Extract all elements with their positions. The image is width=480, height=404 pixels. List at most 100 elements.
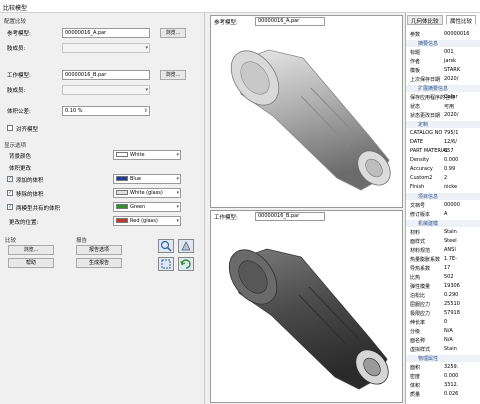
generate-report-button[interactable]: 生成报告: [76, 258, 122, 268]
both-checkbox[interactable]: ✓: [7, 204, 13, 210]
property-row[interactable]: 材料 Stain: [406, 229, 480, 236]
property-row[interactable]: 伸长率 0: [406, 319, 480, 326]
volume-tol-spinner[interactable]: 0.10 % ⇕: [62, 106, 150, 116]
view-icon[interactable]: [178, 239, 194, 253]
property-row[interactable]: 分级 N/A: [406, 328, 480, 335]
work-viewport-label: 工作模型:: [214, 215, 238, 221]
property-key: PART MATERIAL: [410, 148, 449, 154]
property-category[interactable]: 机械建模: [406, 220, 480, 227]
property-key: Accuracy: [410, 166, 433, 172]
volume-change-label: 体积更改: [9, 166, 32, 172]
property-row[interactable]: 文档号 00000: [406, 202, 480, 209]
property-key: 弹性模量: [410, 284, 431, 290]
property-row[interactable]: 面名称 N/A: [406, 337, 480, 344]
removed-color-select[interactable]: White (glass) ▾: [113, 188, 181, 198]
property-key: 扩展摘要信息: [418, 86, 449, 92]
color-swatch: [116, 152, 128, 157]
tab-property-compare[interactable]: 属性比较: [446, 15, 477, 25]
ref-pos-select[interactable]: ▾: [62, 43, 150, 53]
property-key: 机械建模: [418, 221, 439, 227]
property-key: 质量: [410, 392, 421, 398]
property-value: 001: [444, 49, 454, 55]
property-row[interactable]: Custom2 2: [406, 175, 480, 182]
property-key: Finish: [410, 184, 425, 190]
property-category[interactable]: 物理属性: [406, 355, 480, 362]
work-viewport[interactable]: 工作模型: 00000016_B.par: [210, 210, 403, 403]
chevron-down-icon: ▾: [176, 218, 179, 224]
work-model-field[interactable]: 00000016_B.par: [62, 70, 150, 80]
property-row[interactable]: 参数 00000016: [406, 31, 480, 38]
help-button[interactable]: 帮助: [8, 258, 54, 268]
property-row[interactable]: PART MATERIAL 657: [406, 148, 480, 155]
ref-viewport-field: 00000016_A.par: [255, 17, 325, 26]
property-key: 摘要信息: [418, 41, 439, 47]
property-key: 物理属性: [418, 356, 439, 362]
property-key: 标题: [410, 50, 421, 56]
added-checkbox[interactable]: ✓: [7, 176, 13, 182]
property-row[interactable]: 材料规范 ANSI: [406, 247, 480, 254]
property-row[interactable]: 导热系数 17: [406, 265, 480, 272]
property-row[interactable]: CATALOG NO 795/1: [406, 130, 480, 137]
property-category[interactable]: 扩展摘要信息: [406, 85, 480, 92]
property-row[interactable]: 上次保存日期 2020/: [406, 76, 480, 83]
property-row[interactable]: 面样式 Steel: [406, 238, 480, 245]
reference-viewport[interactable]: 参考模型: 00000016_A.par: [210, 15, 403, 208]
property-key: 极限应力: [410, 311, 431, 317]
property-value: 2020/: [444, 112, 459, 118]
ref-model-field[interactable]: 00000016_A.par: [62, 28, 150, 38]
both-color-select[interactable]: Green ▾: [113, 202, 181, 212]
property-category[interactable]: 项目信息: [406, 193, 480, 200]
chevron-down-icon: ▾: [145, 87, 148, 93]
property-value: 可用: [444, 104, 455, 110]
property-value: 3259.: [444, 364, 459, 370]
property-key: 材料规范: [410, 248, 431, 254]
property-row[interactable]: 修订版本 A: [406, 211, 480, 218]
fit-icon[interactable]: [158, 257, 174, 271]
added-color-select[interactable]: Blue ▾: [113, 174, 181, 184]
property-row[interactable]: 虚拟样式 Stain: [406, 346, 480, 353]
property-row[interactable]: 状态更改日期 2020/: [406, 112, 480, 119]
property-row[interactable]: 比热 502: [406, 274, 480, 281]
property-row[interactable]: Accuracy 0.99: [406, 166, 480, 173]
work-pos-select[interactable]: ▾: [62, 85, 150, 95]
property-row[interactable]: 弹性模量 19306: [406, 283, 480, 290]
property-value: A: [444, 211, 448, 217]
property-category[interactable]: 定制: [406, 121, 480, 128]
work-browse-button[interactable]: 浏览...: [160, 70, 186, 80]
removed-checkbox[interactable]: ✓: [7, 190, 13, 196]
property-row[interactable]: 极限应力 57918: [406, 310, 480, 317]
property-row[interactable]: 面积 3259.: [406, 364, 480, 371]
browse-button[interactable]: 浏览...: [8, 245, 54, 255]
property-row[interactable]: 状态 可用: [406, 103, 480, 110]
property-row[interactable]: 密度 0.000: [406, 373, 480, 380]
property-key: 泊松比: [410, 293, 426, 299]
property-key: 文档号: [410, 203, 426, 209]
property-row[interactable]: Finish nicke: [406, 184, 480, 191]
property-value: N/A: [444, 328, 453, 334]
property-row[interactable]: 质量 0.026: [406, 391, 480, 398]
property-row[interactable]: 模板 STARK: [406, 67, 480, 74]
ref-browse-button[interactable]: 浏览...: [160, 28, 186, 38]
refresh-icon[interactable]: [178, 257, 194, 271]
changed-pos-select[interactable]: Red (glass) ▾: [113, 216, 181, 226]
property-row[interactable]: DATE 12/6/: [406, 139, 480, 146]
property-row[interactable]: Density 0.000: [406, 157, 480, 164]
property-category[interactable]: 摘要信息: [406, 40, 480, 47]
spinner-arrows-icon[interactable]: ⇕: [144, 108, 148, 114]
property-row[interactable]: 标题 001: [406, 49, 480, 56]
property-row[interactable]: 保存应用程序的名称 Catar: [406, 94, 480, 101]
property-value: 2: [444, 175, 448, 181]
property-row[interactable]: 泊松比 0.290: [406, 292, 480, 299]
property-row[interactable]: 作者 jarsk: [406, 58, 480, 65]
property-key: 作者: [410, 59, 421, 65]
property-value: 1.7E-: [444, 256, 457, 262]
property-row[interactable]: 体积 3312.: [406, 382, 480, 389]
bg-color-select[interactable]: White ▾: [113, 150, 181, 160]
property-row[interactable]: 屈服应力 25510: [406, 301, 480, 308]
align-checkbox[interactable]: [7, 125, 13, 131]
zoom-icon[interactable]: [158, 239, 174, 253]
property-row[interactable]: 热量膨胀系数 1.7E-: [406, 256, 480, 263]
report-options-button[interactable]: 报告选项: [76, 245, 122, 255]
tab-geometry-compare[interactable]: 几何体比较: [407, 15, 443, 25]
property-value: nicke: [444, 184, 458, 190]
